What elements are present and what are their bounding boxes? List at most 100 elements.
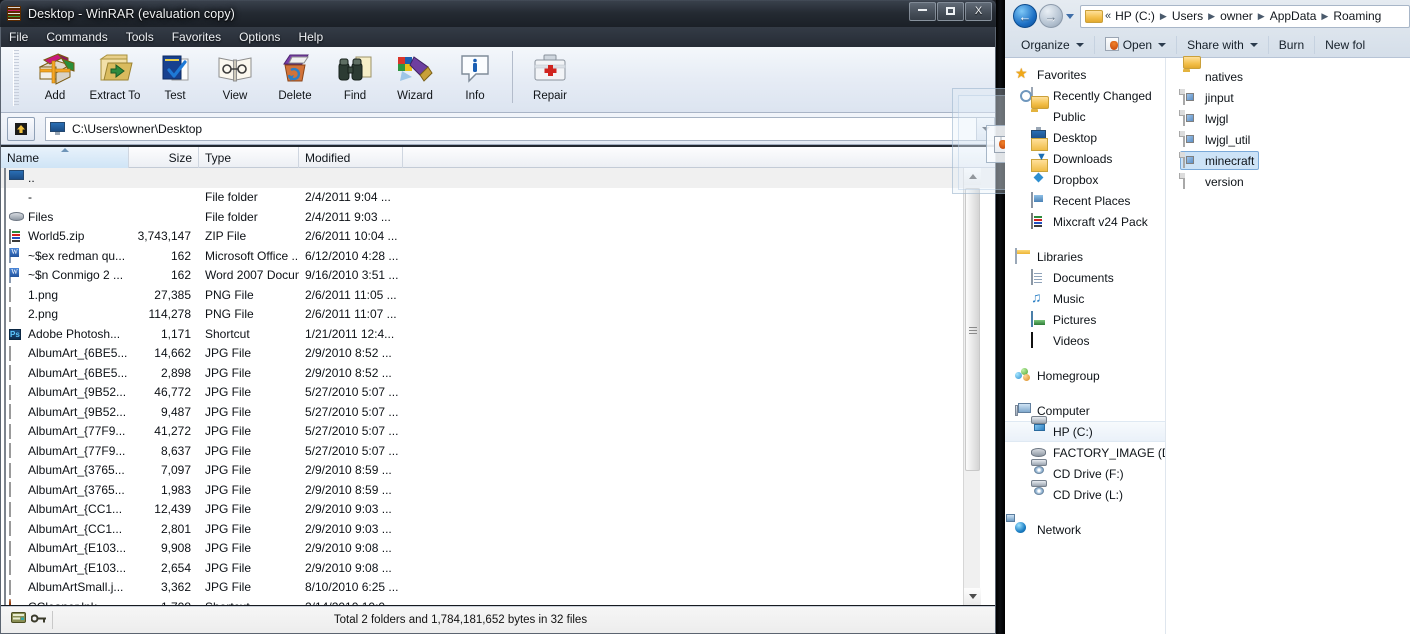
minimize-button[interactable] (909, 2, 936, 21)
burn-button[interactable]: Burn (1273, 38, 1310, 52)
breadcrumb-item-users[interactable]: Users (1172, 9, 1203, 23)
column-header-size[interactable]: Size (129, 147, 199, 168)
menu-help[interactable]: Help (298, 30, 323, 44)
sidebar-item-cd-drive-f[interactable]: CD Drive (F:) (1005, 458, 1165, 484)
toolbar-find-button[interactable]: Find (325, 47, 385, 109)
breadcrumb-item-drive[interactable]: HP (C:) (1115, 9, 1155, 23)
share-with-button[interactable]: Share with (1181, 38, 1264, 52)
winrar-titlebar[interactable]: Desktop - WinRAR (evaluation copy) X (0, 0, 996, 27)
table-row[interactable]: .. (1, 168, 995, 188)
sidebar-item-videos[interactable]: Videos (1005, 330, 1165, 351)
explorer-window[interactable]: ← → « HP (C:) ▶ Users ▶ owner ▶ AppData … (1005, 0, 1410, 634)
breadcrumb-item-appdata[interactable]: AppData (1270, 9, 1317, 23)
breadcrumb[interactable]: « HP (C:) ▶ Users ▶ owner ▶ AppData ▶ Ro… (1080, 4, 1410, 28)
file-list[interactable]: .. - File folder 2/4/2011 9:04 ... Files File… (1, 168, 995, 605)
chevron-down-icon[interactable] (1066, 13, 1074, 19)
sidebar-item-pictures[interactable]: Pictures (1005, 309, 1165, 330)
sidebar-item-desktop[interactable]: Desktop (1005, 126, 1165, 148)
list-item[interactable]: natives (1180, 66, 1410, 87)
list-item[interactable]: version (1180, 171, 1410, 192)
table-row[interactable]: CCleaner.lnk 1,708Shortcut2/14/2010 10:0 (1, 597, 995, 605)
sidebar-item-homegroup[interactable]: Homegroup (1005, 365, 1165, 386)
table-row[interactable]: AlbumArt_{CC1... 12,439 JPG File 2/9/2010 9… (1, 500, 995, 520)
table-row[interactable]: W ~$n Conmigo 2 ... 162 Word 2007 Docum... 9… (1, 266, 995, 286)
table-row[interactable]: AlbumArt_{E103... 2,654 JPG File 2/9/2010 9… (1, 558, 995, 578)
column-header-name[interactable]: Name (1, 147, 129, 168)
toolbar-info-button[interactable]: Info (445, 47, 505, 109)
menu-favorites[interactable]: Favorites (172, 30, 221, 44)
table-row[interactable]: 2.png 114,278 PNG File 2/6/2011 11:07 ... (1, 305, 995, 325)
explorer-navbar[interactable]: ← → « HP (C:) ▶ Users ▶ owner ▶ AppData … (1005, 0, 1410, 32)
column-header-modified[interactable]: Modified (299, 147, 403, 168)
table-row[interactable]: AlbumArtSmall.j... 3,362 JPG File 8/10/2010… (1, 578, 995, 598)
forward-arrow-icon[interactable]: → (1039, 4, 1063, 28)
file-list-scrollbar[interactable] (963, 168, 981, 605)
table-row[interactable]: 1.png 27,385 PNG File 2/6/2011 11:05 ... (1, 285, 995, 305)
explorer-sidebar[interactable]: ★ Favorites Recently Changed Public Desktop ▼… (1005, 58, 1166, 634)
up-arrow-icon[interactable] (7, 116, 35, 141)
breadcrumb-item-roaming[interactable]: Roaming (1333, 9, 1381, 23)
toolbar-wizard-button[interactable]: Wizard (385, 47, 445, 109)
breadcrumb-overflow[interactable]: « (1105, 10, 1111, 22)
table-row[interactable]: AlbumArt_{E103... 9,908 JPG File 2/9/2010 9… (1, 539, 995, 559)
sidebar-item-dropbox[interactable]: Dropbox (1005, 169, 1165, 190)
table-row[interactable]: World5.zip 3,743,147 ZIP File 2/6/2011 10:0… (1, 227, 995, 247)
table-row[interactable]: - File folder 2/4/2011 9:04 ... (1, 188, 995, 208)
organize-button[interactable]: Organize (1015, 38, 1090, 52)
winrar-window[interactable]: Desktop - WinRAR (evaluation copy) X Fil… (0, 0, 996, 634)
table-row[interactable]: AlbumArt_{77F9... 8,637 JPG File 5/27/2010 … (1, 441, 995, 461)
winrar-addressbar[interactable]: C:\Users\owner\Desktop (1, 113, 995, 145)
table-row[interactable]: W ~$ex redman qu... 162 Microsoft Office ..… (1, 246, 995, 266)
table-row[interactable]: AlbumArt_{9B52... 46,772 JPG File 5/27/2010… (1, 383, 995, 403)
winrar-toolbar[interactable]: Add Extract To Test View Delete Find Wiz… (1, 47, 995, 113)
table-row[interactable]: Files File folder 2/4/2011 9:03 ... (1, 207, 995, 227)
file-list-header[interactable]: Name Size Type Modified (1, 147, 995, 168)
scroll-up-arrow[interactable] (964, 168, 981, 185)
scroll-down-arrow[interactable] (964, 588, 981, 605)
explorer-commandbar[interactable]: Organize Open Share with Burn New fol (1005, 32, 1410, 58)
scroll-thumb[interactable] (965, 188, 980, 471)
table-row[interactable]: AlbumArt_{9B52... 9,487 JPG File 5/27/2010 … (1, 402, 995, 422)
toolbar-repair-button[interactable]: Repair (520, 47, 580, 109)
sidebar-item-favorites[interactable]: ★ Favorites (1005, 64, 1165, 85)
close-button[interactable]: X (965, 2, 992, 21)
menu-file[interactable]: File (9, 30, 28, 44)
table-row[interactable]: Ps Adobe Photosh... 1,171 Shortcut 1/21/2011… (1, 324, 995, 344)
list-item[interactable]: minecraft (1180, 150, 1410, 171)
toolbar-test-button[interactable]: Test (145, 47, 205, 109)
list-item[interactable]: lwjgl_util (1180, 129, 1410, 150)
toolbar-delete-button[interactable]: Delete (265, 47, 325, 109)
table-row[interactable]: AlbumArt_{CC1... 2,801 JPG File 2/9/2010 9:… (1, 519, 995, 539)
toolbar-view-button[interactable]: View (205, 47, 265, 109)
sidebar-item-libraries[interactable]: Libraries (1005, 246, 1165, 267)
breadcrumb-item-owner[interactable]: owner (1220, 9, 1253, 23)
list-item[interactable]: lwjgl (1180, 108, 1410, 129)
sidebar-item-network[interactable]: Network (1005, 513, 1165, 540)
table-row[interactable]: AlbumArt_{77F9... 41,272 JPG File 5/27/2010… (1, 422, 995, 442)
sidebar-item-music[interactable]: ♫ Music (1005, 288, 1165, 309)
address-input[interactable]: C:\Users\owner\Desktop (45, 116, 995, 141)
new-folder-button[interactable]: New fol (1319, 38, 1371, 52)
maximize-button[interactable] (937, 2, 964, 21)
table-row[interactable]: AlbumArt_{6BE5... 2,898 JPG File 2/9/2010 8… (1, 363, 995, 383)
open-button[interactable]: Open (1099, 36, 1172, 54)
window-controls[interactable]: X (909, 2, 992, 21)
sidebar-item-cd-drive-l[interactable]: CD Drive (L:) (1005, 479, 1165, 505)
menu-options[interactable]: Options (239, 30, 280, 44)
sidebar-item-factory-image-d[interactable]: FACTORY_IMAGE (D (1005, 442, 1165, 463)
table-row[interactable]: AlbumArt_{3765... 7,097 JPG File 2/9/2010 8… (1, 461, 995, 481)
sidebar-item-computer[interactable]: Computer (1005, 400, 1165, 421)
sidebar-item-documents[interactable]: Documents (1005, 267, 1165, 288)
list-item[interactable]: jinput (1180, 87, 1410, 108)
archive-disk-icon[interactable] (11, 611, 26, 629)
menu-commands[interactable]: Commands (46, 30, 107, 44)
sidebar-item-hp-c[interactable]: HP (C:) (1005, 415, 1165, 442)
sidebar-item-public[interactable]: Public (1005, 106, 1165, 127)
menu-tools[interactable]: Tools (126, 30, 154, 44)
toolbar-grip[interactable] (13, 50, 19, 106)
toolbar-extractto-button[interactable]: Extract To (85, 47, 145, 109)
key-icon[interactable] (30, 611, 47, 629)
table-row[interactable]: AlbumArt_{3765... 1,983 JPG File 2/9/2010 8… (1, 480, 995, 500)
sidebar-item-recently-changed[interactable]: Recently Changed (1005, 85, 1165, 106)
sidebar-item-downloads[interactable]: ▼ Downloads (1005, 148, 1165, 169)
